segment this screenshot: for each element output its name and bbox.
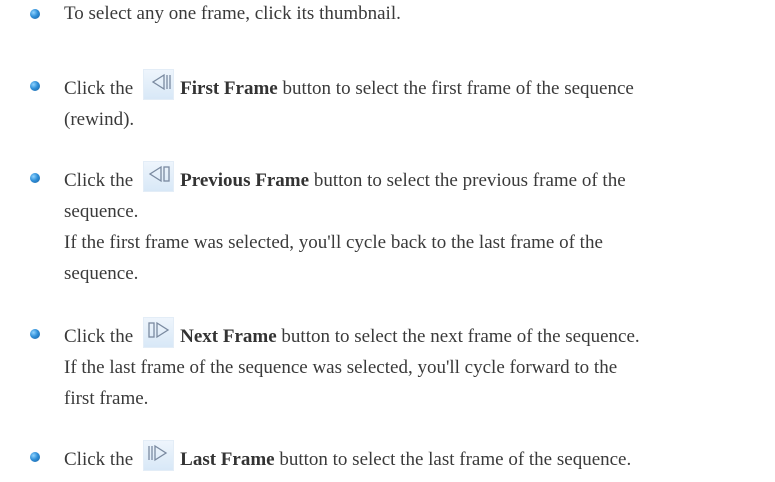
button-name: First Frame — [180, 78, 278, 99]
bullet-icon — [30, 329, 40, 339]
previous-frame-button[interactable] — [143, 161, 175, 192]
bullet-icon — [30, 81, 40, 91]
item-text: To select any one frame, click its thumb… — [64, 3, 401, 24]
first-frame-button[interactable] — [143, 69, 175, 100]
item-prefix: Click the — [64, 78, 134, 99]
item-text-line2: sequence. — [64, 201, 139, 222]
item-text-line4: sequence. — [64, 263, 139, 284]
last-frame-button[interactable] — [143, 440, 175, 471]
bullet-icon — [30, 452, 40, 462]
item-prefix: Click the — [64, 326, 134, 347]
first-frame-icon — [151, 73, 171, 91]
item-suffix: button to select the next frame of the s… — [281, 326, 640, 347]
previous-frame-icon — [148, 165, 170, 183]
bullet-icon — [30, 173, 40, 183]
item-text-line3: first frame. — [64, 388, 149, 409]
item-text-line3: If the first frame was selected, you'll … — [64, 232, 603, 253]
button-name: Last Frame — [180, 449, 275, 470]
next-frame-icon — [148, 321, 170, 339]
button-name: Next Frame — [180, 326, 277, 347]
item-suffix: button to select the last frame of the s… — [279, 449, 632, 470]
item-prefix: Click the — [64, 449, 134, 470]
item-suffix: button to select the first frame of the … — [282, 78, 634, 99]
next-frame-button[interactable] — [143, 317, 175, 348]
item-suffix: button to select the previous frame of t… — [313, 170, 626, 191]
button-name: Previous Frame — [180, 170, 310, 191]
item-text-line2: If the last frame of the sequence was se… — [64, 357, 618, 378]
last-frame-icon — [148, 444, 168, 462]
item-text-line2: (rewind). — [64, 109, 135, 130]
item-prefix: Click the — [64, 170, 134, 191]
bullet-icon — [30, 9, 40, 19]
